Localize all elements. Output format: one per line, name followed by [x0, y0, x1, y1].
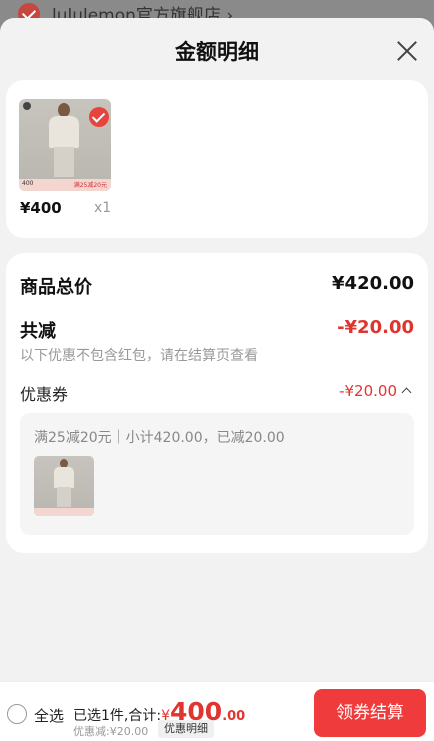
discount-value: -¥20.00 — [337, 317, 414, 338]
product-card: 400 满25减20元 ¥400 x1 — [6, 80, 428, 238]
thumbnail-tag-price: 400 — [22, 180, 34, 187]
coupon-toggle[interactable]: -¥20.00 — [339, 382, 412, 400]
checkout-button[interactable]: 领券结算 — [314, 689, 426, 737]
total-label: 商品总价 — [20, 277, 92, 298]
select-all-label[interactable]: 全选 — [34, 705, 64, 726]
coupon-value: -¥20.00 — [339, 382, 397, 400]
sheet-title: 金额明细 — [175, 40, 259, 64]
chevron-up-icon — [401, 387, 412, 398]
coupon-description: 满25减20元｜小计420.00，已减20.00 — [34, 430, 285, 446]
discount-summary: 优惠减:¥20.00 — [73, 725, 149, 738]
product-price: ¥400 — [20, 199, 62, 217]
checkout-bar: 全选 已选1件,合计:¥400.00 优惠减:¥20.00 优惠明细 领券结算 — [0, 681, 434, 741]
product-thumbnail[interactable]: 400 满25减20元 — [19, 99, 111, 191]
total-value: ¥420.00 — [332, 273, 414, 294]
product-quantity: x1 — [94, 200, 112, 216]
discount-label: 共减 — [20, 321, 56, 342]
selected-check-icon[interactable] — [89, 107, 109, 127]
coupon-label: 优惠券 — [20, 385, 69, 404]
thumbnail-tag-promo: 满25减20元 — [73, 182, 107, 189]
thumbnail-price-tag: 400 满25减20元 — [19, 179, 111, 191]
total-cents: .00 — [222, 709, 246, 724]
coupon-detail-box: 满25减20元｜小计420.00，已减20.00 — [20, 413, 414, 535]
select-all-radio[interactable] — [7, 704, 27, 724]
brand-logo-icon — [23, 102, 31, 110]
discount-note: 以下优惠不包含红包，请在结算页查看 — [20, 348, 258, 364]
summary-prefix: 已选1件,合计: — [73, 708, 162, 724]
model-image — [49, 103, 79, 177]
close-icon[interactable] — [396, 40, 418, 62]
coupon-product-thumbnail — [34, 456, 94, 516]
price-summary-card: 商品总价 ¥420.00 共减 -¥20.00 以下优惠不包含红包，请在结算页查… — [6, 253, 428, 553]
discount-detail-button[interactable]: 优惠明细 — [158, 720, 214, 738]
